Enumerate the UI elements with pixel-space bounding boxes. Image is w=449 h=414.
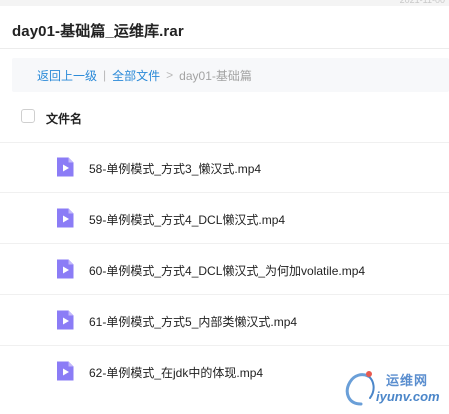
video-file-icon [57, 310, 74, 330]
select-all-checkbox[interactable] [21, 109, 35, 123]
file-preview-page: 2021-11-00 day01-基础篇_运维库.rar 返回上一级 | 全部文… [0, 0, 449, 414]
file-name: 58-单例模式_方式3_懒汉式.mp4 [89, 162, 262, 176]
breadcrumb: 返回上一级 | 全部文件 > day01-基础篇 [12, 58, 449, 92]
file-name: 59-单例模式_方式4_DCL懒汉式.mp4 [89, 213, 286, 227]
video-file-icon [57, 361, 74, 381]
video-file-icon [57, 259, 74, 279]
file-row[interactable]: 59-单例模式_方式4_DCL懒汉式.mp4 [0, 193, 449, 244]
watermark-text-bottom: iyunv.com [376, 389, 440, 404]
file-name: 62-单例模式_在jdk中的体现.mp4 [89, 366, 264, 380]
file-list: 58-单例模式_方式3_懒汉式.mp4 59-单例模式_方式4_DCL懒汉式.m… [0, 142, 449, 396]
file-row[interactable]: 58-单例模式_方式3_懒汉式.mp4 [0, 142, 449, 193]
watermark: 运维网 iyunv.com [338, 364, 444, 410]
list-header: 文件名 [0, 92, 449, 143]
file-row[interactable]: 61-单例模式_方式5_内部类懒汉式.mp4 [0, 295, 449, 346]
file-name: 60-单例模式_方式4_DCL懒汉式_为何加volatile.mp4 [89, 264, 366, 278]
breadcrumb-arrow: > [166, 68, 174, 82]
archive-title: day01-基础篇_运维库.rar [12, 23, 184, 40]
all-files-link[interactable]: 全部文件 [112, 67, 160, 84]
title-bar: day01-基础篇_运维库.rar [0, 6, 449, 49]
video-file-icon [57, 157, 74, 177]
breadcrumb-divider: | [103, 68, 107, 82]
file-row[interactable]: 60-单例模式_方式4_DCL懒汉式_为何加volatile.mp4 [0, 244, 449, 295]
breadcrumb-current: day01-基础篇 [179, 68, 252, 83]
video-file-icon [57, 208, 74, 228]
top-strip-text: 2021-11-00 [399, 0, 445, 5]
back-link[interactable]: 返回上一级 [37, 67, 97, 84]
watermark-text-top: 运维网 [386, 373, 429, 388]
file-name: 61-单例模式_方式5_内部类懒汉式.mp4 [89, 315, 298, 329]
column-header-filename: 文件名 [46, 112, 83, 126]
